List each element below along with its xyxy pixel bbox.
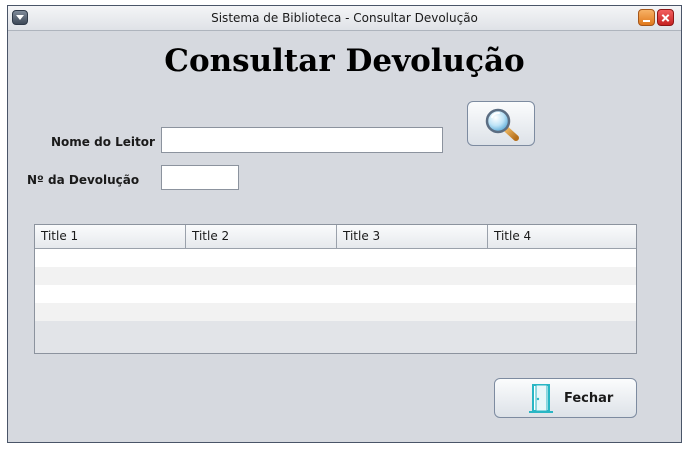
table-row[interactable]: [35, 303, 636, 321]
column-header-4[interactable]: Title 4: [488, 225, 636, 248]
main-window: Sistema de Biblioteca - Consultar Devolu…: [7, 5, 682, 443]
column-header-1[interactable]: Title 1: [35, 225, 186, 248]
reader-name-input[interactable]: [161, 127, 443, 153]
table-row[interactable]: [35, 267, 636, 285]
reader-name-label: Nome do Leitor: [51, 135, 155, 149]
magnifier-icon: [485, 108, 519, 141]
table-row[interactable]: [35, 285, 636, 303]
close-window-button[interactable]: [657, 9, 674, 26]
results-table[interactable]: Title 1 Title 2 Title 3 Title 4: [34, 224, 637, 354]
table-row[interactable]: [35, 249, 636, 267]
table-body: [35, 249, 636, 321]
search-button[interactable]: [467, 101, 535, 146]
table-header: Title 1 Title 2 Title 3 Title 4: [35, 225, 636, 249]
door-icon: [529, 384, 553, 413]
page-title: Consultar Devolução: [164, 43, 525, 79]
column-header-3[interactable]: Title 3: [337, 225, 488, 248]
column-header-2[interactable]: Title 2: [186, 225, 337, 248]
return-number-input[interactable]: [161, 165, 239, 190]
return-number-label: Nº da Devolução: [27, 173, 140, 187]
minimize-button[interactable]: [638, 9, 655, 26]
title-bar[interactable]: Sistema de Biblioteca - Consultar Devolu…: [8, 6, 681, 31]
window-title: Sistema de Biblioteca - Consultar Devolu…: [211, 11, 478, 25]
close-button[interactable]: Fechar: [494, 378, 637, 418]
close-button-label: Fechar: [564, 391, 614, 406]
